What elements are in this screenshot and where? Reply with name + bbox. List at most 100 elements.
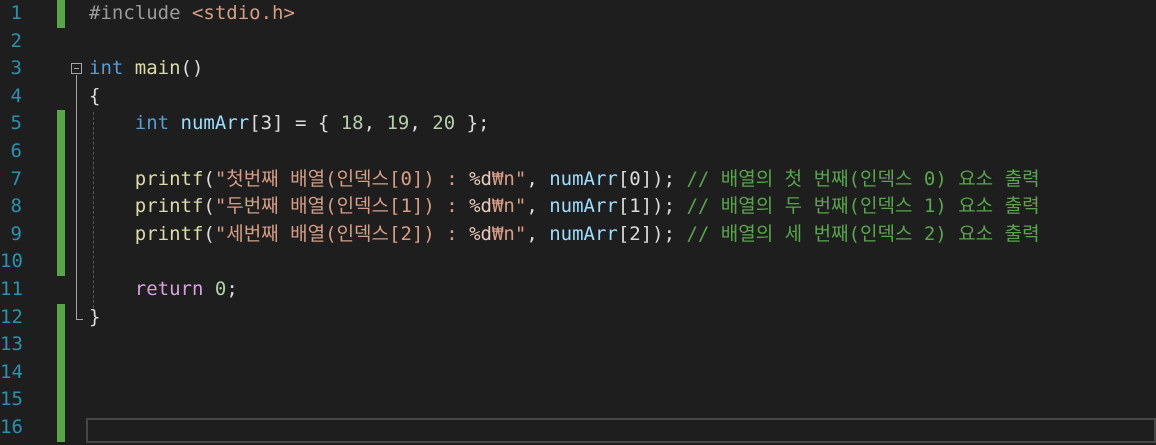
punctuation-token: } [89,305,101,328]
code-line[interactable]: 3 int main() [0,55,1156,83]
line-number: 5 [10,112,22,135]
line-number: 2 [10,29,22,52]
code-text[interactable]: } [89,304,100,332]
code-line[interactable]: 1 #include <stdio.h> [0,0,1156,28]
code-text[interactable]: printf("두번째 배열(인덱스[1]) : %d₩n", numArr[1… [89,193,1040,221]
number-literal-token: 20 [432,112,456,135]
control-keyword-token: return [134,278,204,300]
punctuation-token [203,278,214,300]
punctuation-token: ( [203,222,215,245]
code-line[interactable]: 6 [0,138,1156,166]
change-indicator [57,358,65,387]
change-indicator [57,165,65,194]
keyword-token: int [89,57,124,80]
code-text[interactable]: return 0; [89,276,238,304]
format-specifier-token: %d [469,222,492,245]
function-name-token: main [134,57,181,80]
change-indicator [57,110,65,138]
punctuation-token [89,195,135,217]
code-line[interactable]: 2 [0,28,1156,56]
function-name-token: printf [134,167,204,190]
punctuation-token: [0]); [617,167,687,190]
line-number: 3 [10,57,22,80]
string-token: "세번째 배열(인덱스[2]) : [214,222,470,245]
punctuation-token: [1]); [617,195,687,218]
string-token: "첫번째 배열(인덱스[0]) : [214,167,470,190]
punctuation-token: , [526,167,550,190]
punctuation-token: ; [226,278,238,300]
code-line[interactable]: 14 [0,358,1156,387]
function-name-token: printf [134,222,204,245]
comment-token: // 배열의 두 번째(인덱스 1) 요소 출력 [686,195,1040,218]
punctuation-token [89,223,135,245]
punctuation-token: }; [455,112,490,135]
code-text[interactable]: printf("첫번째 배열(인덱스[0]) : %d₩n", numArr[0… [89,166,1040,194]
code-text[interactable]: printf("세번째 배열(인덱스[2]) : %d₩n", numArr[2… [89,221,1040,249]
change-indicator [57,303,65,332]
punctuation-token [123,57,134,79]
change-indicator [57,331,65,359]
number-literal-token: 19 [386,112,410,135]
format-specifier-token: %d [469,195,492,218]
punctuation-token: , [409,112,433,135]
line-number: 10 [0,250,23,273]
format-specifier-token: %d [469,167,492,190]
change-indicator [57,193,65,221]
line-number: 9 [10,222,22,245]
code-line[interactable]: 8 printf("두번째 배열(인덱스[1]) : %d₩n", numArr… [0,193,1156,221]
code-text[interactable]: #include <stdio.h> [89,0,295,28]
number-literal-token: 18 [340,112,364,135]
line-number: 12 [0,305,23,328]
string-token: "두번째 배열(인덱스[1]) : [214,195,470,218]
code-text[interactable]: int numArr[3] = { 18, 19, 20 }; [89,110,490,138]
line-number: 16 [0,416,23,438]
line-number: 15 [0,388,23,411]
punctuation-token: , [526,222,550,245]
code-line[interactable]: 7 printf("첫번째 배열(인덱스[0]) : %d₩n", numArr… [0,165,1156,194]
change-indicator [57,138,65,166]
code-editor[interactable]: 1 #include <stdio.h> 2 3 int main() 4{5 int n… [0,0,1156,445]
punctuation-token [89,278,135,300]
change-indicator [57,0,65,28]
line-number: 4 [10,84,22,107]
punctuation-token: () [180,57,204,80]
punctuation-token: [3] = { [249,112,341,135]
code-line[interactable]: 4{ [0,83,1156,111]
line-number: 14 [0,360,23,383]
variable-token: numArr [549,195,618,218]
code-line[interactable]: 12} [0,303,1156,332]
code-line[interactable]: 15 [0,386,1156,414]
line-number: 11 [0,278,23,300]
punctuation-token: ( [203,195,215,218]
code-line[interactable]: 16 [0,414,1156,442]
code-line[interactable]: 5 int numArr[3] = { 18, 19, 20 }; [0,110,1156,138]
string-token: ₩n" [491,195,527,218]
punctuation-token: ( [203,167,215,190]
code-text[interactable]: { [89,83,100,111]
string-token: ₩n" [491,167,527,190]
comment-token: // 배열의 세 번째(인덱스 2) 요소 출력 [686,222,1040,245]
variable-token: numArr [549,167,618,190]
change-indicator [57,248,65,276]
code-line[interactable]: 9 printf("세번째 배열(인덱스[2]) : %d₩n", numArr… [0,220,1156,249]
string-token: ₩n" [491,222,527,245]
punctuation-token: , [526,195,550,218]
string-token: <stdio.h> [191,2,295,24]
code-line[interactable]: 11 return 0; [0,276,1156,304]
change-indicator [57,220,65,249]
line-number: 8 [10,195,22,218]
keyword-token: int [134,112,170,135]
code-line[interactable]: 13 [0,331,1156,359]
punctuation-token [89,112,135,134]
line-number: 7 [10,167,22,190]
line-number: 6 [10,140,22,162]
code-line[interactable]: 10 [0,248,1156,276]
function-name-token: printf [134,195,204,218]
variable-token: numArr [180,112,250,135]
line-number: 13 [0,333,23,356]
punctuation-token: { [89,84,101,107]
punctuation-token: [2]); [617,222,687,245]
code-text[interactable]: int main() [89,55,203,83]
punctuation-token [89,168,135,190]
punctuation-token: , [363,112,387,135]
